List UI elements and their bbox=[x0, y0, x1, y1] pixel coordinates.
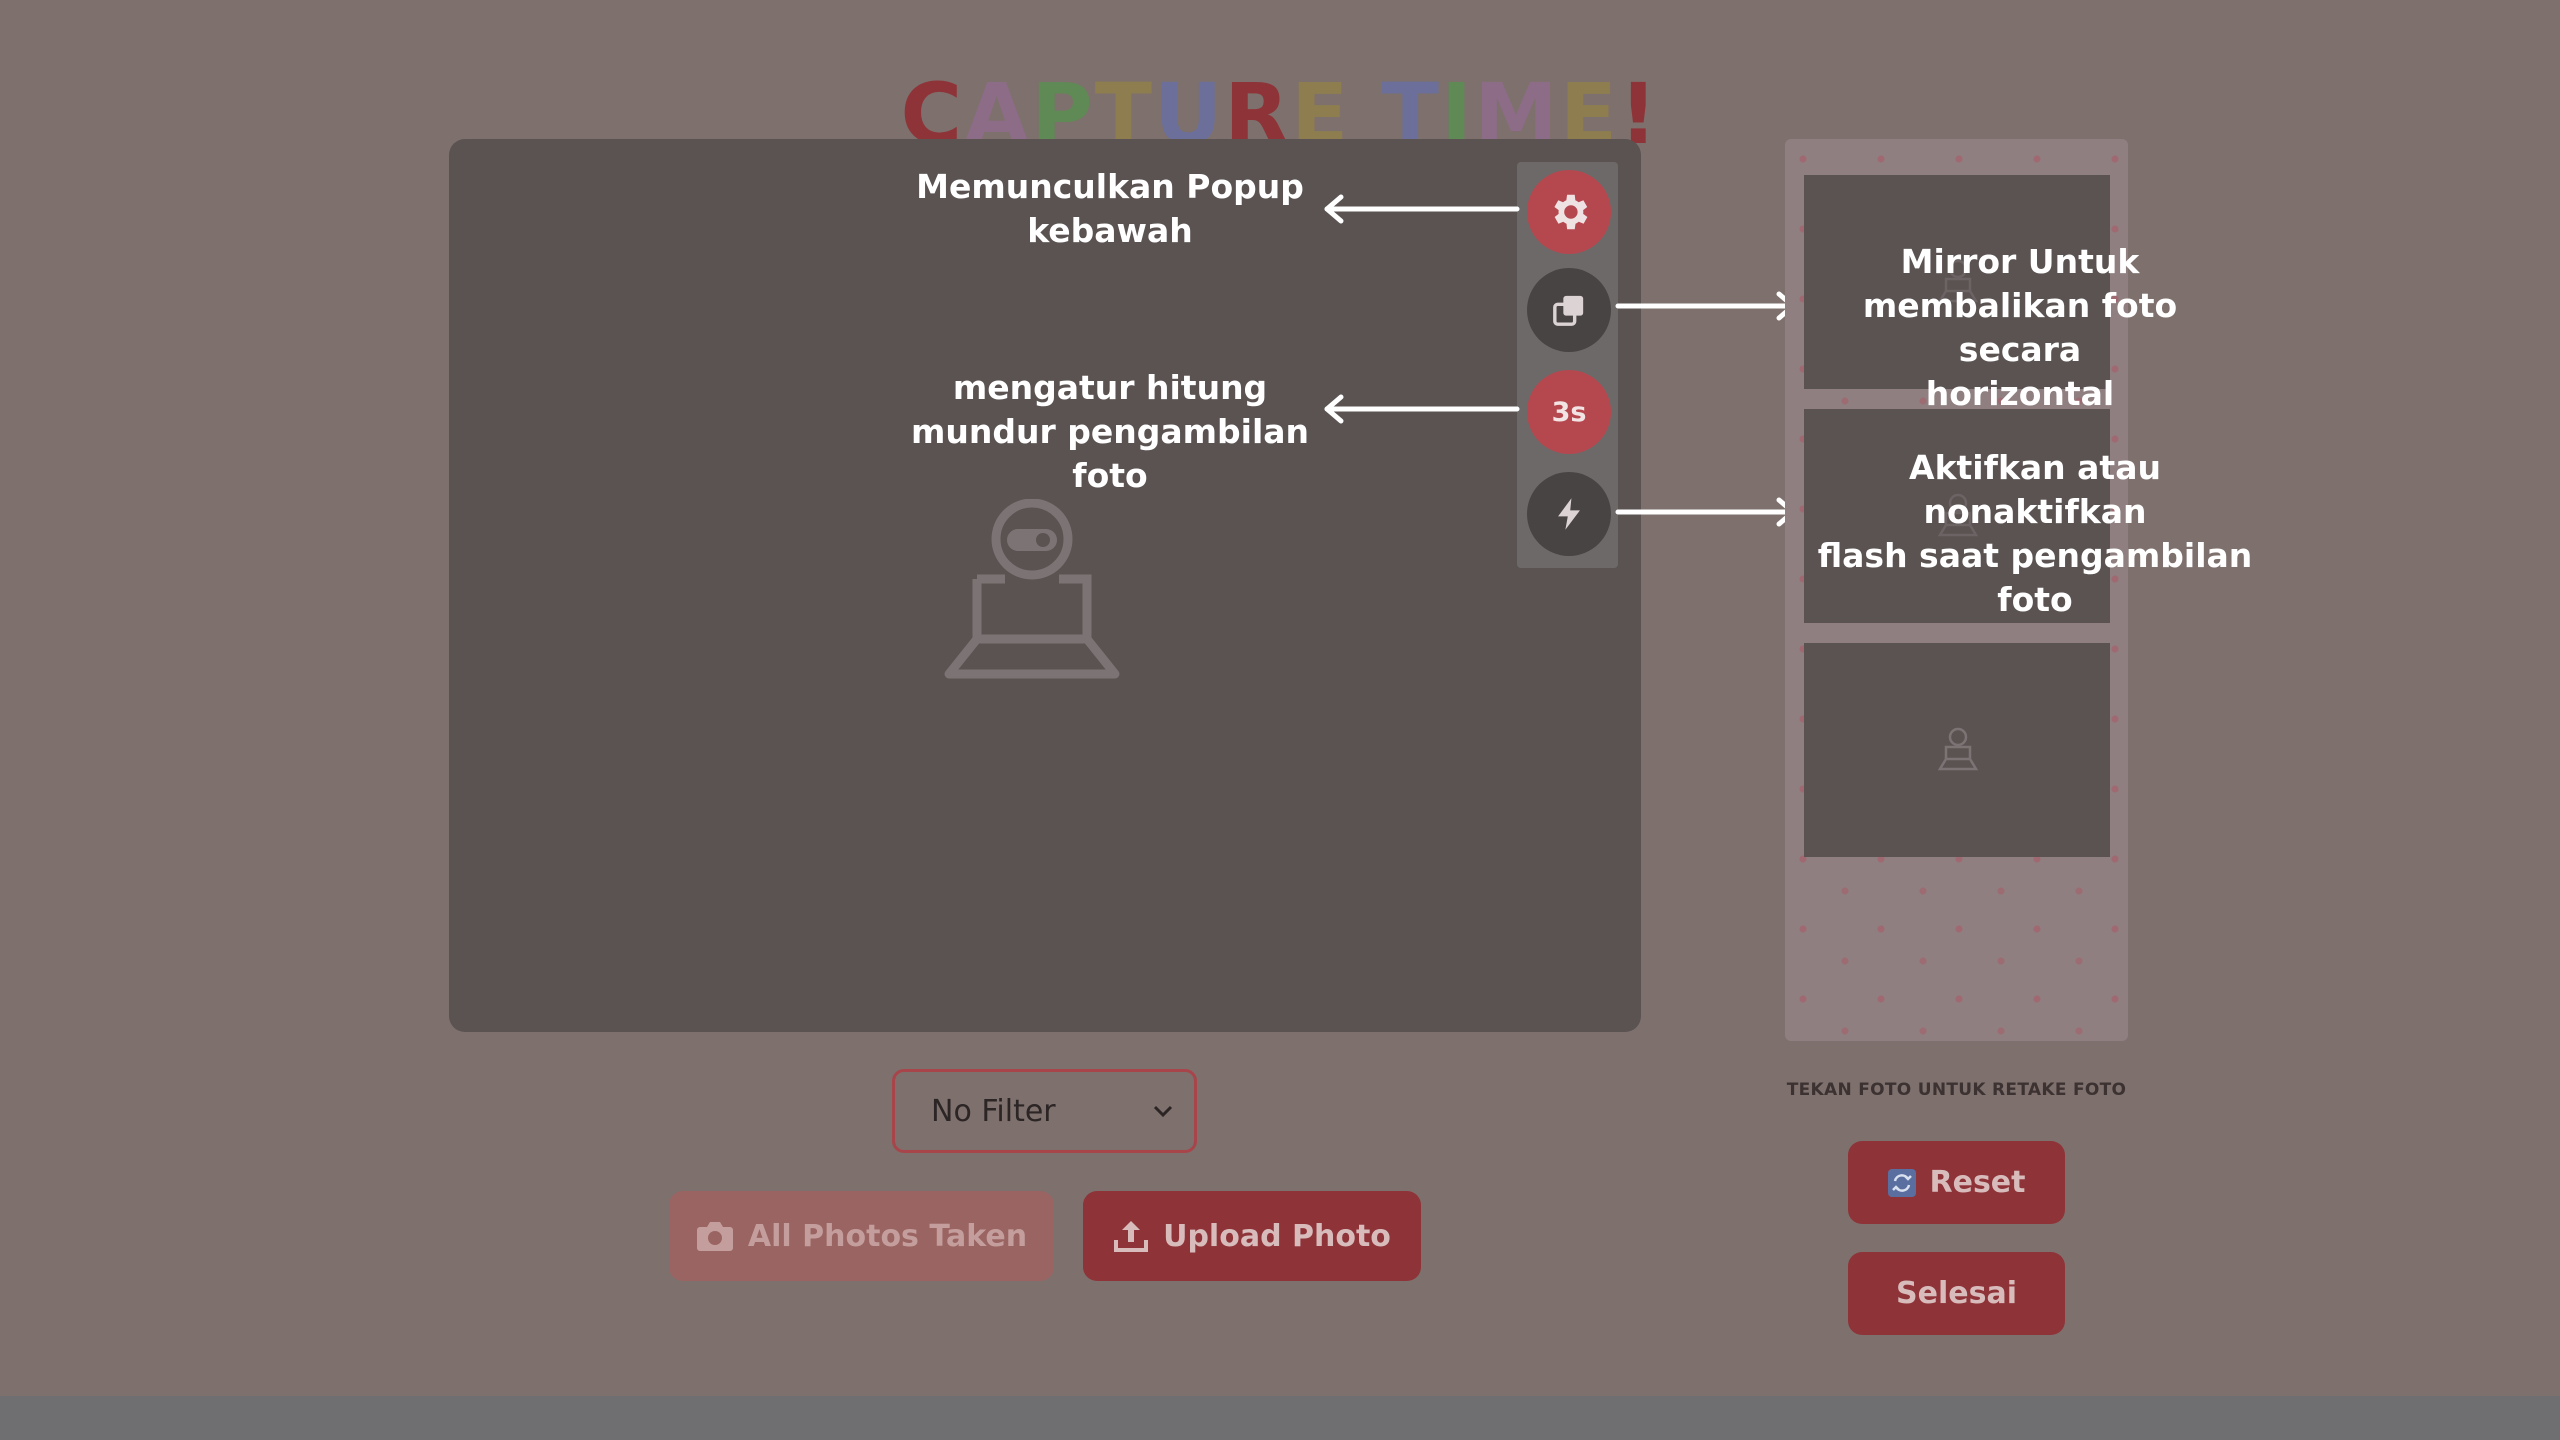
camera-preview-panel bbox=[449, 139, 1641, 1032]
done-button[interactable]: Selesai bbox=[1848, 1252, 2065, 1335]
photo-slot-3[interactable] bbox=[1804, 643, 2110, 857]
upload-photo-button[interactable]: Upload Photo bbox=[1083, 1191, 1421, 1281]
upload-icon bbox=[1114, 1221, 1149, 1252]
filter-selected-value: No Filter bbox=[931, 1093, 1056, 1129]
callout-line: horizontal bbox=[1925, 374, 2115, 413]
chevron-down-icon bbox=[1153, 1105, 1173, 1118]
webcam-placeholder-icon bbox=[944, 499, 1120, 679]
webcam-placeholder-icon bbox=[1937, 727, 1979, 771]
callout-flash: Aktifkan atau nonaktifkan flash saat pen… bbox=[1795, 446, 2275, 622]
flash-button[interactable] bbox=[1527, 472, 1611, 556]
page-footer-strip bbox=[0, 1396, 2560, 1440]
filter-select[interactable]: No Filter bbox=[892, 1069, 1197, 1153]
callout-timer: mengatur hitung mundur pengambilan foto bbox=[890, 366, 1330, 498]
callout-line: Memunculkan Popup bbox=[916, 167, 1304, 206]
callout-line: membalikan foto secara bbox=[1862, 286, 2178, 369]
reset-button[interactable]: Reset bbox=[1848, 1141, 2065, 1224]
mirror-copy-icon bbox=[1553, 295, 1584, 326]
refresh-icon bbox=[1887, 1168, 1916, 1197]
gear-icon bbox=[1554, 194, 1588, 230]
callout-settings: Memunculkan Popup kebawah bbox=[890, 165, 1330, 253]
mirror-button[interactable] bbox=[1527, 268, 1611, 352]
retake-hint: TEKAN FOTO UNTUK RETAKE FOTO bbox=[1786, 1080, 2127, 1100]
callout-line: mundur pengambilan bbox=[910, 412, 1310, 451]
done-label: Selesai bbox=[1896, 1276, 2017, 1311]
timer-label: 3s bbox=[1551, 396, 1587, 428]
all-photos-taken-button[interactable]: All Photos Taken bbox=[669, 1191, 1054, 1281]
camera-control-rail: 3s bbox=[1517, 162, 1618, 568]
callout-line: flash saat pengambilan bbox=[1817, 536, 2253, 575]
all-photos-taken-label: All Photos Taken bbox=[747, 1218, 1028, 1254]
callout-line: Mirror Untuk bbox=[1900, 242, 2140, 281]
upload-photo-label: Upload Photo bbox=[1163, 1218, 1391, 1254]
callout-line: Aktifkan atau nonaktifkan bbox=[1909, 448, 2161, 531]
callout-line: foto bbox=[1997, 580, 2073, 619]
reset-label: Reset bbox=[1929, 1165, 2026, 1200]
settings-button[interactable] bbox=[1527, 170, 1611, 254]
callout-line: foto bbox=[1072, 456, 1148, 495]
callout-line: mengatur hitung bbox=[952, 368, 1268, 407]
timer-button[interactable]: 3s bbox=[1527, 370, 1611, 454]
callout-line: kebawah bbox=[1027, 211, 1193, 250]
lightning-icon bbox=[1558, 498, 1580, 530]
callout-mirror: Mirror Untuk membalikan foto secara hori… bbox=[1800, 240, 2240, 416]
camera-icon bbox=[696, 1222, 733, 1251]
